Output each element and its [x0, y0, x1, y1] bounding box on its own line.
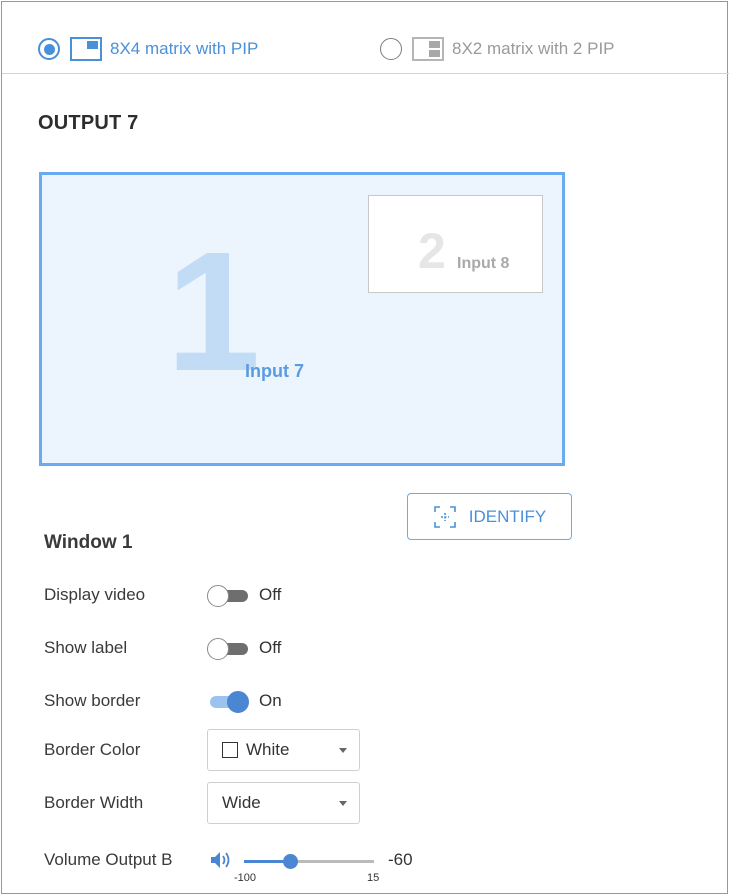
dropdown-caret-icon — [339, 748, 347, 753]
dropdown-caret-icon — [339, 801, 347, 806]
pip-window-label: Input 8 — [457, 255, 510, 272]
show-border-row: Show border On — [44, 684, 282, 718]
display-video-state: Off — [259, 585, 282, 604]
border-color-select[interactable]: White — [207, 729, 360, 771]
show-border-toggle[interactable] — [207, 691, 249, 713]
window-title: Window 1 — [44, 532, 133, 553]
speaker-icon[interactable] — [209, 849, 233, 871]
identify-button[interactable]: IDENTIFY — [407, 493, 572, 540]
mode-option-8x2-2pip[interactable]: 8X2 matrix with 2 PIP — [380, 36, 615, 62]
show-border-label: Show border — [44, 691, 141, 710]
show-label-row: Show label Off — [44, 631, 281, 665]
mode-label: 8X2 matrix with 2 PIP — [452, 39, 615, 58]
dual-pip-layout-icon — [412, 37, 444, 61]
volume-slider[interactable] — [244, 854, 374, 869]
identify-icon — [433, 505, 456, 528]
pip-window-number: 2 — [418, 223, 446, 279]
radio-unselected-icon[interactable] — [380, 38, 402, 60]
volume-value: -60 — [388, 850, 413, 869]
mode-label: 8X4 matrix with PIP — [110, 39, 259, 58]
border-width-label: Border Width — [44, 793, 144, 812]
volume-slider-knob[interactable] — [283, 854, 298, 869]
display-video-label: Display video — [44, 585, 146, 604]
border-color-label: Border Color — [44, 740, 141, 759]
main-window-label: Input 7 — [245, 361, 304, 381]
show-border-state: On — [259, 691, 282, 710]
border-width-row: Border Width Wide — [44, 782, 360, 824]
layout-preview: 1 Input 7 2 Input 8 — [39, 172, 565, 466]
app-frame: 8X4 matrix with PIP 8X2 matrix with 2 PI… — [1, 1, 729, 894]
color-swatch — [222, 742, 238, 758]
volume-max: 15 — [367, 872, 380, 884]
display-video-toggle[interactable] — [207, 585, 249, 607]
identify-label: IDENTIFY — [468, 506, 547, 526]
border-color-value: White — [246, 740, 290, 759]
output-title: OUTPUT 7 — [38, 112, 139, 134]
show-label-state: Off — [259, 638, 282, 657]
border-width-value: Wide — [222, 793, 261, 812]
pip-window[interactable]: 2 Input 8 — [368, 195, 543, 293]
border-width-select[interactable]: Wide — [207, 782, 360, 824]
show-label-label: Show label — [44, 638, 128, 657]
show-label-toggle[interactable] — [207, 638, 249, 660]
layout-mode-selector: 8X4 matrix with PIP 8X2 matrix with 2 PI… — [2, 2, 729, 74]
volume-min: -100 — [234, 872, 257, 884]
mode-option-8x4-pip[interactable]: 8X4 matrix with PIP — [38, 36, 258, 62]
display-video-row: Display video Off — [44, 578, 281, 612]
radio-selected-icon[interactable] — [38, 38, 60, 60]
volume-label: Volume Output B — [44, 850, 173, 869]
border-color-row: Border Color White — [44, 729, 360, 771]
pip-layout-icon — [70, 37, 102, 61]
